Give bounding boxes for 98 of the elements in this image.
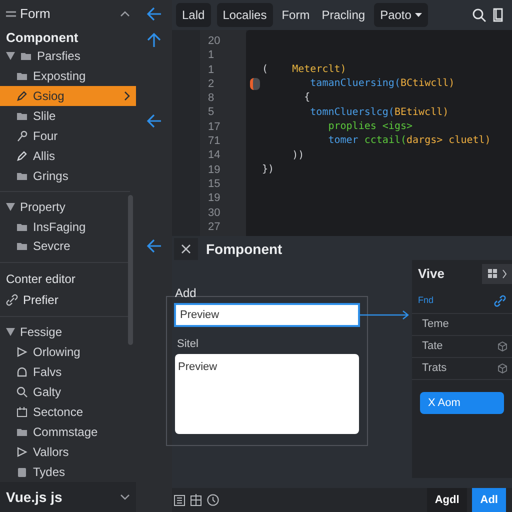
code-line: tomer cctail(dargs> cluetl): [327, 134, 491, 148]
section-title: Conter editor: [5, 271, 76, 288]
chevron-down-icon[interactable]: [120, 494, 130, 500]
panel-heading: Vive: [418, 265, 445, 284]
tree-item[interactable]: Exposting: [0, 66, 136, 86]
tree-item[interactable]: InsFaging: [0, 216, 136, 237]
search-icon: [16, 386, 28, 398]
footer-button[interactable]: Agdl: [426, 488, 468, 512]
line-number: 15: [208, 176, 222, 192]
text-area[interactable]: Preview: [175, 354, 359, 434]
tree-item[interactable]: Tydes: [0, 462, 136, 482]
tree-item[interactable]: Sectonce: [0, 402, 136, 422]
line-number: 2: [208, 76, 216, 92]
caret-down-icon: [6, 52, 15, 60]
toolbar-tab[interactable]: Localies: [216, 3, 273, 27]
line-number: 1: [208, 48, 216, 63]
tree-item[interactable]: Orlowing: [0, 342, 136, 362]
line-number: 17: [208, 120, 222, 134]
line-number: 71: [208, 134, 222, 148]
line-number: 20: [208, 34, 222, 48]
toolbar-tab[interactable]: Paoto: [374, 3, 428, 27]
field-label: Add: [175, 285, 196, 302]
connector-arrow: [360, 310, 410, 320]
cube-icon: [497, 363, 508, 374]
key-icon: [16, 130, 28, 142]
tree-item[interactable]: Gsiog: [0, 86, 136, 106]
arrow-left-icon[interactable]: [146, 6, 162, 22]
tree-item[interactable]: Prefier: [0, 289, 136, 312]
sidebar-header: Form: [20, 5, 50, 24]
project-name: Vue.js js: [6, 488, 62, 507]
tree-item[interactable]: Galty: [0, 382, 136, 402]
tree-item[interactable]: Falvs: [0, 362, 136, 382]
line-number: 5: [208, 105, 216, 120]
tree-group[interactable]: Parsfies: [0, 46, 136, 66]
play-icon: [16, 446, 28, 458]
input-field[interactable]: Preview: [174, 303, 360, 327]
tree-item[interactable]: Vallors: [0, 442, 136, 462]
link-icon: [6, 294, 18, 306]
tree-item[interactable]: Commstage: [0, 422, 136, 442]
field-label: Sitel: [177, 337, 198, 352]
arrow-left-icon[interactable]: [146, 113, 162, 129]
scrollbar[interactable]: [128, 195, 133, 345]
caret-down-icon: [6, 202, 15, 211]
folder-icon: [16, 240, 28, 252]
toolbar-tab[interactable]: Lald: [176, 3, 211, 27]
property-row[interactable]: Trats: [412, 358, 512, 380]
property-row[interactable]: Tate: [412, 336, 512, 358]
chevron-right-icon: [124, 90, 130, 101]
pencil-icon: [16, 90, 28, 102]
code-line: {: [303, 91, 310, 106]
line-number: 27: [208, 220, 222, 234]
link-icon: [494, 294, 506, 306]
tree-item[interactable]: Slile: [0, 106, 136, 126]
phone-icon[interactable]: [492, 8, 504, 22]
pencil-icon: [16, 150, 28, 162]
code-line: tamanCluersing(BCtiwcll): [309, 77, 455, 92]
clock-icon[interactable]: [207, 494, 219, 506]
line-number: 19: [208, 191, 222, 206]
tree-group[interactable]: Fessige: [0, 322, 136, 342]
close-icon[interactable]: [174, 238, 198, 260]
section-title: Component: [5, 28, 80, 46]
tree-item[interactable]: Four: [0, 126, 136, 146]
property-row[interactable]: Teme: [412, 314, 512, 336]
add-button[interactable]: X Aom: [420, 392, 504, 414]
line-number: 30: [208, 206, 222, 220]
line-number: 8: [208, 91, 216, 106]
arrow-up-icon[interactable]: [146, 32, 162, 48]
toolbar-tab[interactable]: Pracling: [318, 3, 368, 27]
code-line: )): [291, 148, 304, 163]
caret-down-icon: [6, 328, 15, 336]
link[interactable]: Fnd: [418, 294, 434, 308]
arrow-left-icon[interactable]: [146, 238, 162, 254]
tree-item[interactable]: Allis: [0, 146, 136, 166]
grid-icon[interactable]: [482, 264, 512, 284]
tree-item[interactable]: Sevcre: [0, 236, 136, 256]
caret-down-icon: [415, 13, 422, 17]
panel-title: Fomponent: [206, 240, 282, 259]
line-number: 14: [208, 148, 222, 163]
tree-group[interactable]: Property: [0, 196, 136, 217]
code-line: tomnCluerslcg(BEtiwcll): [309, 106, 449, 120]
box-icon[interactable]: [174, 494, 185, 506]
calendar-icon: [16, 406, 28, 418]
breakpoint-marker[interactable]: [250, 78, 260, 90]
line-number: 1: [208, 62, 216, 77]
code-line: proplies <igs>: [327, 120, 413, 134]
search-icon[interactable]: [472, 8, 486, 22]
chevron-up-icon[interactable]: [120, 10, 130, 17]
tree-item[interactable]: Grings: [0, 166, 136, 186]
bell-icon: [16, 366, 28, 378]
code-line: ( Meterclt): [262, 62, 346, 77]
code-line: }): [262, 162, 274, 177]
cube-icon: [497, 341, 508, 352]
footer-button[interactable]: Adl: [472, 488, 506, 512]
play-icon: [16, 346, 28, 358]
folder-icon: [16, 426, 28, 438]
toolbar-tab[interactable]: Form: [278, 3, 313, 27]
menu-icon: [6, 10, 16, 18]
line-number: 19: [208, 162, 222, 177]
